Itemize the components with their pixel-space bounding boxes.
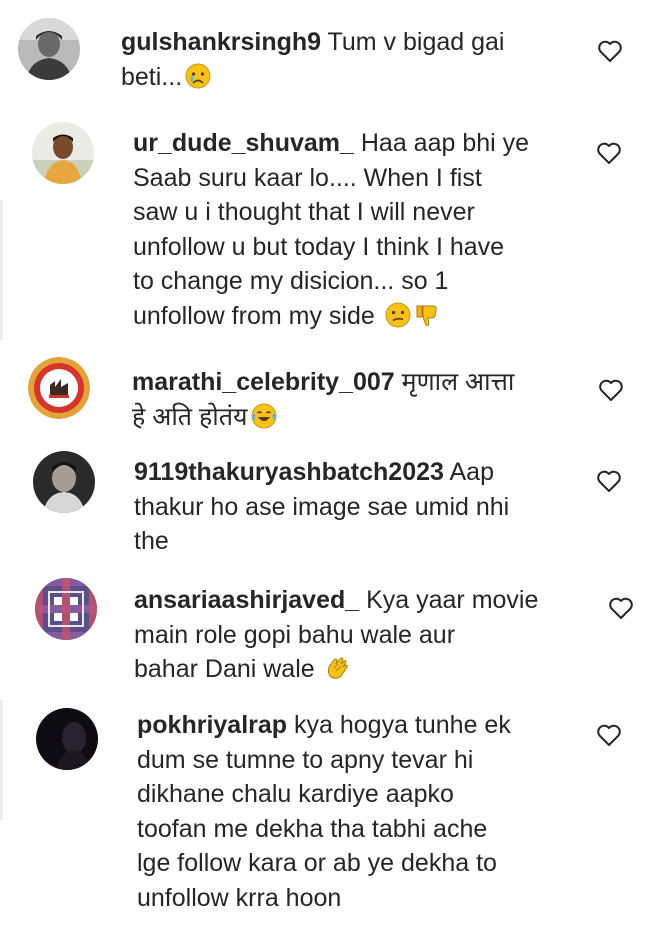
avatar[interactable] — [33, 451, 95, 513]
comment-body-line: lge follow kara or ab ye dekha to — [137, 849, 497, 877]
like-heart-icon[interactable] — [608, 596, 634, 620]
avatar[interactable] — [36, 708, 98, 770]
comment-username[interactable]: ansariaashirjaved_ — [134, 586, 359, 614]
comment-text: ansariaashirjaved_ Kya yaar movie main r… — [134, 583, 538, 687]
comment-text: marathi_celebrity_007 मृणाल आत्ता हे अति… — [132, 365, 514, 434]
like-heart-icon[interactable] — [597, 39, 623, 63]
crying-face-icon — [185, 63, 211, 89]
comment-username[interactable]: marathi_celebrity_007 — [132, 368, 395, 396]
comment-body-line: beti... — [121, 62, 183, 91]
comment-body-line: main role gopi bahu wale aur — [134, 620, 456, 649]
like-heart-icon[interactable] — [596, 141, 622, 165]
like-heart-icon[interactable] — [596, 469, 622, 493]
comment-body-line: dum se tumne to apny tevar hi — [137, 745, 474, 774]
divider — [0, 700, 3, 820]
avatar[interactable] — [35, 578, 97, 640]
comment-body-line: Aap — [443, 458, 494, 486]
comment-body-line: toofan me dekha tha tabhi ache — [137, 814, 488, 843]
tears-of-joy-icon — [251, 403, 277, 429]
avatar[interactable] — [32, 122, 94, 184]
comment-body-line: मृणाल आत्ता — [394, 368, 515, 396]
confused-face-icon — [385, 302, 411, 328]
comment-text: pokhriyalrap kya hogya tunhe ek dum se t… — [137, 708, 511, 915]
avatar[interactable] — [18, 18, 80, 80]
comment-body-line: unfollow from my side — [133, 301, 382, 330]
comment-username[interactable]: ur_dude_shuvam_ — [133, 129, 354, 157]
comment-body-line: Tum v bigad gai — [321, 28, 505, 56]
clapping-hands-icon — [325, 655, 351, 681]
comment-text: gulshankrsingh9 Tum v bigad gai beti... — [121, 25, 504, 94]
comment-body-line: the — [134, 527, 169, 555]
comment-body-line: unfollow u but today I think I have — [133, 232, 505, 261]
comment-text: ur_dude_shuvam_ Haa aap bhi ye Saab suru… — [133, 126, 529, 333]
comment-username[interactable]: pokhriyalrap — [137, 711, 287, 739]
divider — [0, 200, 3, 340]
like-heart-icon[interactable] — [598, 378, 624, 402]
comment-body-line: Kya yaar movie — [359, 586, 539, 614]
avatar[interactable] — [28, 357, 90, 419]
comment-body-line: to change my disicion... so 1 — [133, 267, 449, 295]
comment-body-line: saw u i thought that I will never — [133, 198, 475, 226]
comment-body-line: bahar Dani wale — [134, 655, 322, 683]
comment-username[interactable]: 9119thakuryashbatch2023 — [134, 458, 444, 486]
comment-body-line: dikhane chalu kardiye aapko — [137, 780, 454, 808]
comment-body-line: kya hogya tunhe ek — [287, 711, 511, 739]
comment-username[interactable]: gulshankrsingh9 — [121, 28, 321, 56]
comment-body-line: Saab suru kaar lo.... When I fist — [133, 163, 482, 192]
comment-body-line: thakur ho ase image sae umid nhi — [134, 492, 510, 521]
comment-text: 9119thakuryashbatch2023 Aap thakur ho as… — [134, 455, 509, 559]
like-heart-icon[interactable] — [596, 723, 622, 747]
comment-body-line: unfollow krra hoon — [137, 883, 342, 912]
comment-body-line: हे अति होतंय — [132, 402, 248, 431]
comment-body-line: Haa aap bhi ye — [353, 129, 530, 157]
thumbs-down-icon — [414, 302, 440, 328]
